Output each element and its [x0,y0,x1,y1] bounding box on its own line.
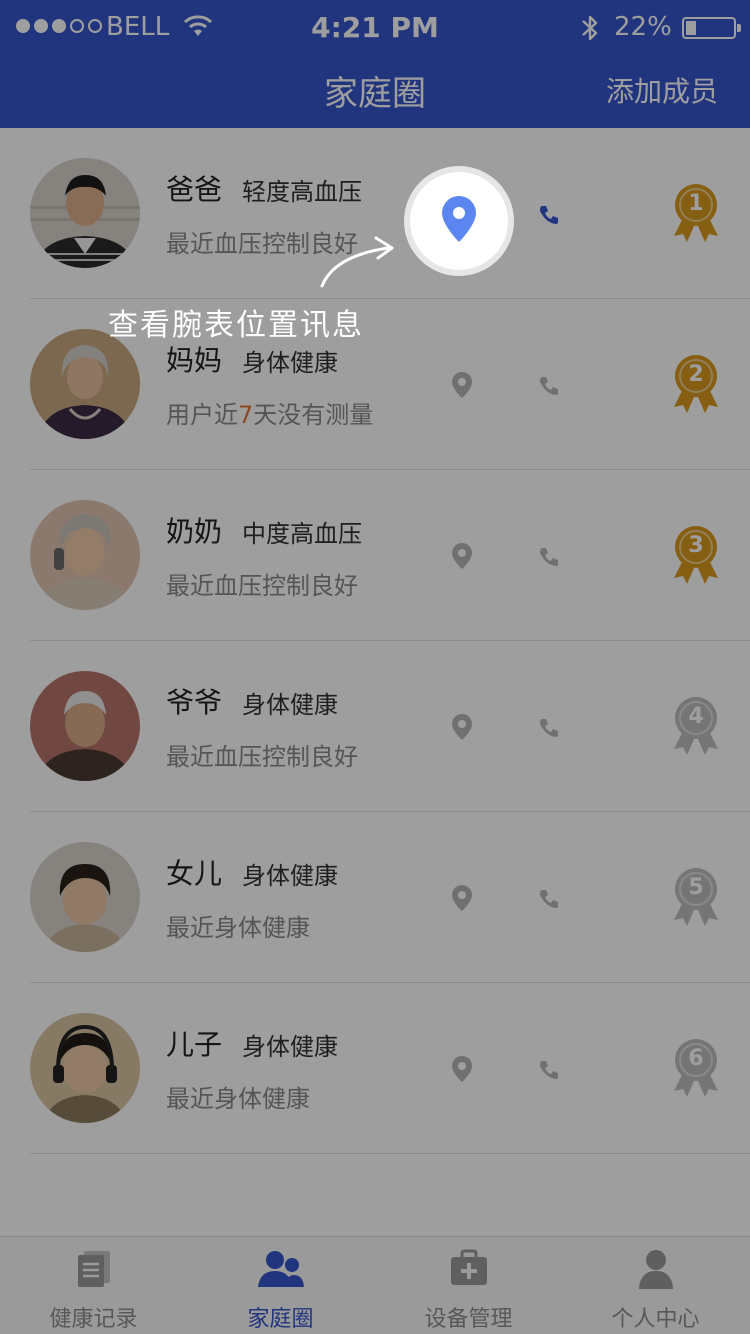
location-pin-icon [441,195,477,247]
highlighted-location-button[interactable] [404,166,514,276]
coachmark-overlay[interactable] [0,0,750,1334]
hint-arrow-icon [316,234,400,294]
coachmark-hint-text: 查看腕表位置讯息 [108,308,364,343]
